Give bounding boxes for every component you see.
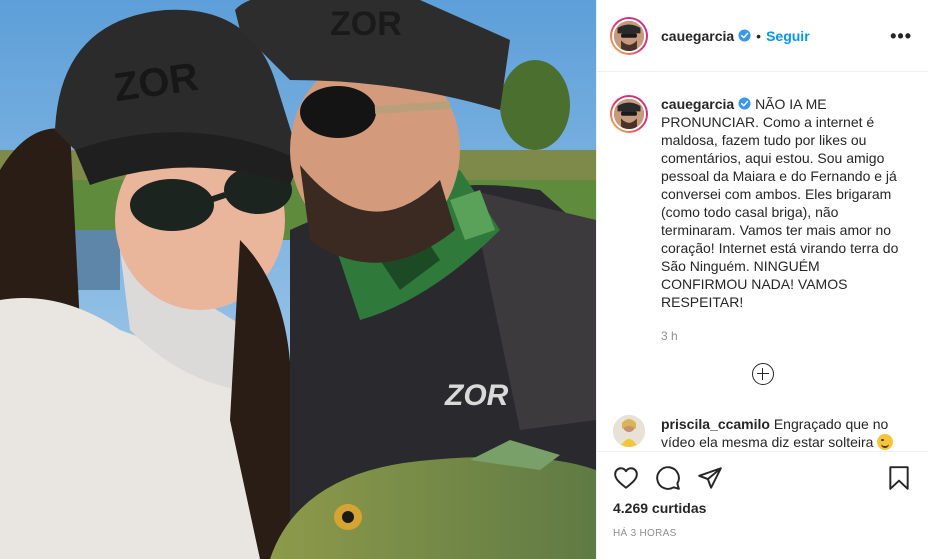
author-avatar[interactable] [610,16,648,55]
caption-avatar-image [614,99,644,129]
post-caption: cauegarcia NÃO IA ME PRONUNCIAR. Como a … [610,95,912,345]
comment-icon[interactable] [655,465,681,491]
svg-text:ZOR: ZOR [330,5,402,43]
more-icon[interactable]: ••• [890,27,912,45]
post-photo[interactable]: ZOR ZOR ZOR [0,0,596,559]
post-header: cauegarcia • Seguir ••• [597,0,928,72]
bookmark-icon[interactable] [886,465,912,491]
posted-time[interactable]: HÁ 3 HORAS [613,528,912,539]
comment-item: priscila_ccamilo Engraçado que no vídeo … [610,415,912,451]
smirk-emoji-icon [877,434,894,450]
post-sidebar: cauegarcia • Seguir ••• cauegarcia NÃO I… [596,0,928,559]
caption-username[interactable]: cauegarcia [661,96,734,112]
post-actions-area: 4.269 curtidas HÁ 3 HORAS [597,451,928,559]
caption-avatar[interactable] [610,95,648,133]
heart-icon[interactable] [613,465,639,491]
comment-avatar[interactable] [613,415,645,447]
comment-avatar-image [613,415,645,447]
plus-circle-icon[interactable] [752,363,774,385]
likes-count[interactable]: 4.269 curtidas [613,500,912,516]
action-bar [613,452,912,500]
verified-icon [738,29,751,42]
author-username[interactable]: cauegarcia [661,28,734,44]
author-avatar-image [614,20,644,51]
caption-time[interactable]: 3 h [661,327,903,345]
post-photo-image: ZOR ZOR ZOR [0,0,596,559]
header-separator: • [756,27,762,44]
share-icon[interactable] [697,465,723,491]
comments-list[interactable]: cauegarcia NÃO IA ME PRONUNCIAR. Como a … [597,73,928,451]
verified-icon [738,96,751,110]
follow-button[interactable]: Seguir [766,28,810,44]
comment-username[interactable]: priscila_ccamilo [661,416,770,432]
svg-text:ZOR: ZOR [444,379,509,412]
caption-text: NÃO IA ME PRONUNCIAR. Como a internet é … [661,96,899,310]
